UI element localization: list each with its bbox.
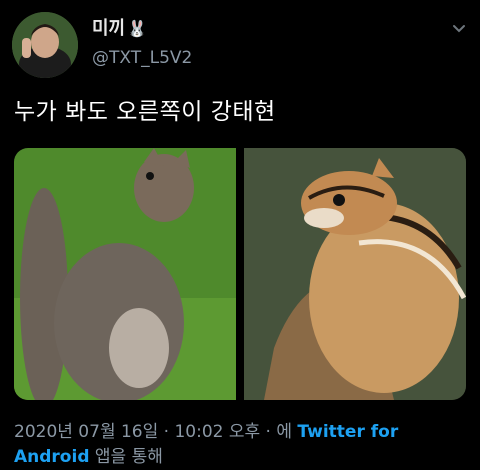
- display-name-text: 미끼: [92, 18, 126, 39]
- tweet-media[interactable]: [14, 148, 466, 400]
- avatar[interactable]: [12, 12, 78, 78]
- media-photo-left[interactable]: [14, 148, 236, 400]
- tweet-meta: 2020년 07월 16일 · 10:02 오후 · 에 Twitter for…: [14, 420, 464, 470]
- chipmunk-photo-icon: [244, 148, 466, 400]
- display-name[interactable]: 미끼 🐰: [92, 14, 147, 40]
- media-photo-right[interactable]: [244, 148, 466, 400]
- timestamp[interactable]: 2020년 07월 16일 · 10:02 오후 · 에: [14, 422, 292, 442]
- squirrel-photo-icon: [14, 148, 236, 400]
- user-handle[interactable]: @TXT_L5V2: [92, 48, 192, 68]
- source-suffix: 앱을 통해: [94, 447, 163, 467]
- chevron-down-icon[interactable]: [452, 22, 466, 36]
- bunny-emoji-icon: 🐰: [127, 19, 148, 38]
- avatar-image: [12, 12, 78, 78]
- tweet-text: 누가 봐도 오른쪽이 강태현: [14, 99, 276, 125]
